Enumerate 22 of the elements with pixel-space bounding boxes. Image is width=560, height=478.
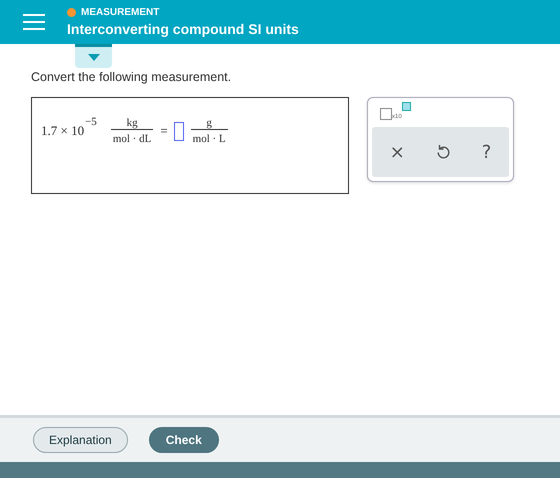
- dropdown-tab[interactable]: [75, 44, 112, 68]
- check-button[interactable]: Check: [148, 427, 219, 453]
- exponent: −5: [85, 116, 97, 128]
- menu-icon[interactable]: [23, 13, 45, 31]
- topic-title: Interconverting compound SI units: [67, 21, 299, 37]
- unit-numerator: kg: [126, 117, 139, 129]
- unit-numerator: g: [205, 117, 213, 129]
- times-sign: ×: [60, 123, 68, 139]
- explanation-button[interactable]: Explanation: [33, 427, 128, 453]
- equals-sign: =: [160, 123, 168, 139]
- unit-denominator: mol · L: [190, 129, 228, 145]
- caret-icon: [88, 54, 100, 61]
- clear-button[interactable]: ×: [386, 142, 409, 162]
- power-base: 10: [71, 123, 84, 139]
- undo-icon[interactable]: [436, 144, 450, 160]
- coefficient: 1.7: [41, 123, 58, 139]
- help-button[interactable]: ?: [478, 142, 496, 162]
- status-dot: [67, 8, 76, 17]
- answer-input[interactable]: [174, 122, 184, 140]
- instruction-text: Convert the following measurement.: [31, 70, 232, 84]
- unit-denominator: mol · dL: [110, 129, 154, 145]
- category-label: MEASUREMENT: [81, 7, 160, 18]
